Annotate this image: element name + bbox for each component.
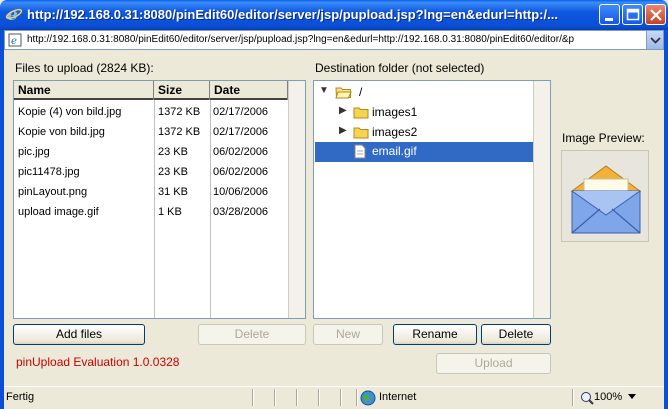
destination-heading: Destination folder (not selected): [315, 61, 485, 75]
globe-icon: [360, 390, 376, 406]
new-folder-button[interactable]: New: [313, 324, 383, 345]
file-size: 1372 KB: [158, 126, 201, 138]
column-header-size[interactable]: Size: [154, 81, 210, 100]
window-title: http://192.168.0.31:8080/pinEdit60/edito…: [27, 7, 558, 22]
status-bar: Fertig Internet 100%: [4, 386, 664, 408]
close-button[interactable]: [645, 4, 666, 25]
file-name: Kopie von bild.jpg: [18, 126, 105, 138]
chevron-down-icon: [650, 37, 661, 44]
table-row[interactable]: pic11478.jpg 23 KB 06/02/2006: [14, 163, 288, 183]
file-date: 10/06/2006: [213, 186, 269, 198]
table-row[interactable]: upload image.gif 1 KB 03/28/2006: [14, 203, 288, 223]
file-list-header: Name Size Date: [14, 81, 288, 100]
tree-node-root[interactable]: ▼ /: [319, 83, 519, 103]
maximize-icon: [626, 8, 640, 21]
file-date: 03/28/2006: [213, 206, 269, 218]
window-titlebar[interactable]: e http://192.168.0.31:8080/pinEdit60/edi…: [0, 0, 668, 30]
close-icon: [650, 9, 662, 21]
chevron-down-icon[interactable]: [628, 394, 636, 400]
tree-node-label: images2: [372, 125, 418, 139]
maximize-button[interactable]: [622, 4, 643, 25]
table-row[interactable]: Kopie von bild.jpg 1372 KB 02/17/2006: [14, 123, 288, 143]
file-list[interactable]: Name Size Date Kopie (4) von bild.jpg 13…: [13, 80, 306, 319]
status-separator: [252, 389, 254, 406]
address-bar[interactable]: e http://192.168.0.31:8080/pinEdit60/edi…: [4, 30, 664, 50]
tree-node-images2[interactable]: ▶ images2: [339, 123, 539, 143]
folder-icon: [353, 107, 369, 119]
file-size: 23 KB: [158, 166, 188, 178]
svg-text:e: e: [11, 36, 17, 47]
envelope-icon: [570, 165, 642, 234]
file-icon: [354, 144, 366, 159]
collapsed-arrow-icon: ▶: [339, 125, 347, 136]
column-header-name[interactable]: Name: [14, 81, 154, 100]
status-separator: [318, 389, 320, 406]
files-heading: Files to upload (2824 KB):: [15, 61, 154, 75]
table-row[interactable]: pic.jpg 23 KB 06/02/2006: [14, 143, 288, 163]
zoom-icon: [581, 392, 594, 405]
image-preview-label: Image Preview:: [562, 131, 645, 145]
file-size: 1372 KB: [158, 106, 201, 118]
file-name: pic11478.jpg: [18, 166, 80, 178]
folder-tree-scrollbar[interactable]: [533, 81, 550, 318]
file-name: upload image.gif: [18, 206, 99, 218]
table-row[interactable]: Kopie (4) von bild.jpg 1372 KB 02/17/200…: [14, 103, 288, 123]
file-name: Kopie (4) von bild.jpg: [18, 106, 122, 118]
status-separator: [340, 389, 342, 406]
evaluation-notice: pinUpload Evaluation 1.0.0328: [16, 355, 180, 369]
file-name: pic.jpg: [18, 146, 50, 158]
tree-node-label: /: [359, 85, 363, 99]
file-list-scrollbar[interactable]: [288, 81, 305, 318]
zoom-level[interactable]: 100%: [594, 391, 622, 403]
file-size: 23 KB: [158, 146, 188, 158]
file-date: 06/02/2006: [213, 146, 269, 158]
column-header-date[interactable]: Date: [210, 81, 288, 100]
file-size: 31 KB: [158, 186, 188, 198]
image-preview: [561, 150, 649, 242]
page-icon: e: [8, 33, 22, 47]
expanded-arrow-icon: ▼: [319, 85, 329, 96]
tree-node-label: email.gif: [372, 144, 417, 158]
status-separator: [274, 389, 276, 406]
minimize-button[interactable]: [599, 4, 620, 25]
tree-node-label: images1: [372, 105, 418, 119]
status-text: Fertig: [6, 391, 35, 403]
window-frame-right: [664, 30, 668, 409]
delete-files-button[interactable]: Delete: [198, 324, 306, 345]
delete-folder-button[interactable]: Delete: [481, 324, 551, 345]
table-row[interactable]: pinLayout.png 31 KB 10/06/2006: [14, 183, 288, 203]
file-name: pinLayout.png: [18, 186, 88, 198]
ie-icon: e: [5, 5, 23, 23]
open-folder-icon: [335, 87, 352, 99]
file-date: 06/02/2006: [213, 166, 269, 178]
folder-tree[interactable]: ▼ / ▶ images1 ▶ images2 email.gif: [313, 80, 551, 319]
status-separator: [572, 389, 574, 406]
tree-node-email-gif[interactable]: email.gif: [315, 142, 534, 162]
rename-button[interactable]: Rename: [393, 324, 477, 345]
address-url[interactable]: http://192.168.0.31:8080/pinEdit60/edito…: [27, 34, 645, 45]
upload-button[interactable]: Upload: [436, 353, 551, 374]
minimize-icon: [605, 18, 613, 21]
file-date: 02/17/2006: [213, 106, 269, 118]
file-date: 02/17/2006: [213, 126, 269, 138]
tree-node-images1[interactable]: ▶ images1: [339, 103, 539, 123]
status-separator: [356, 389, 358, 406]
folder-icon: [353, 127, 369, 139]
status-separator: [296, 389, 298, 406]
collapsed-arrow-icon: ▶: [339, 105, 347, 116]
window-frame-left: [0, 30, 4, 409]
address-dropdown[interactable]: [646, 31, 663, 49]
security-zone: Internet: [379, 391, 417, 403]
file-size: 1 KB: [158, 206, 182, 218]
add-files-button[interactable]: Add files: [13, 324, 145, 345]
